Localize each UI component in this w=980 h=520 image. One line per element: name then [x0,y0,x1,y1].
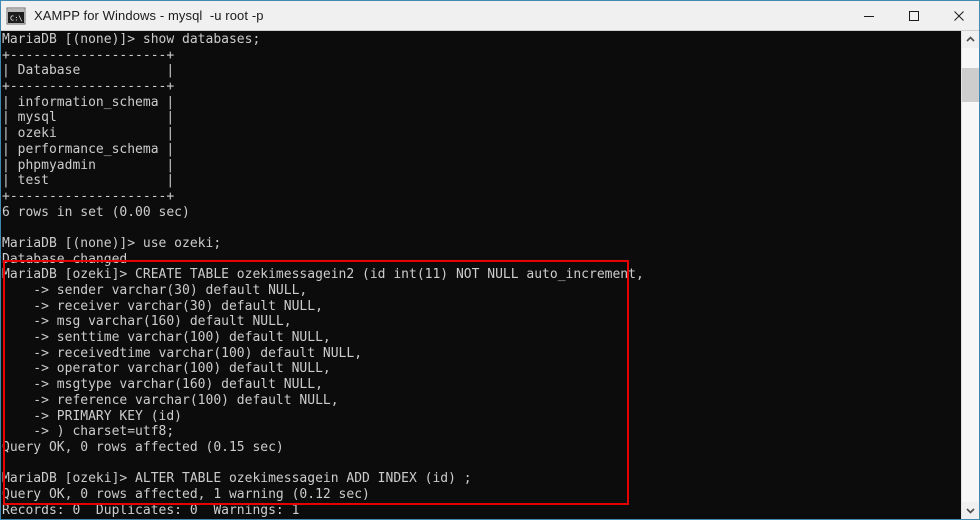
terminal-line: MariaDB [(none)]> show databases; [2,32,261,47]
terminal-line: | phpmyadmin | [2,157,175,173]
close-icon [953,10,964,21]
terminal-line: MariaDB [(none)]> use ozeki; [2,235,222,251]
scroll-up-button[interactable] [962,31,979,48]
terminal-line: -> sender varchar(30) default NULL, [2,283,308,298]
terminal-line: MariaDB [ozeki]> ALTER TABLE ozekimessag… [2,471,472,487]
terminal-line: Query OK, 0 rows affected (0.15 sec) [2,439,284,455]
terminal-line: -> msg varchar(160) default NULL, [2,314,292,330]
terminal-line: +--------------------+ [2,188,175,204]
terminal-line: | mysql | [2,110,175,126]
svg-text:C:\: C:\ [10,14,23,22]
console-icon: C:\ [6,7,26,24]
minimize-button[interactable] [846,1,891,31]
chevron-down-icon [966,508,975,514]
window-title: XAMPP for Windows - mysql -u root -p [34,8,264,23]
terminal-line: | Database | [2,63,175,79]
chevron-up-icon [966,36,975,42]
vertical-scrollbar[interactable] [961,31,979,519]
scroll-down-button[interactable] [962,502,979,519]
maximize-button[interactable] [891,1,936,31]
console-output-area[interactable]: MariaDB [(none)]> show databases; +------… [1,31,963,519]
terminal-line: -> PRIMARY KEY (id) [2,408,183,424]
terminal-line: -> receivedtime varchar(100) default NUL… [2,345,363,361]
terminal-line: 6 rows in set (0.00 sec) [2,204,190,220]
console-window: C:\ XAMPP for Windows - mysql -u root -p [0,0,980,520]
terminal-line: +--------------------+ [2,47,175,63]
terminal-line: Database changed [2,251,128,267]
terminal-line: | performance_schema | [2,141,175,157]
terminal-line: | test | [2,173,175,189]
terminal-line: Records: 0 Duplicates: 0 Warnings: 1 [2,502,300,518]
close-button[interactable] [936,1,979,31]
terminal-line: | ozeki | [2,126,175,142]
terminal-line: Query OK, 0 rows affected, 1 warning (0.… [2,486,370,502]
terminal-line: -> ) charset=utf8; [2,424,175,440]
terminal-line: -> reference varchar(100) default NULL, [2,392,339,408]
scrollbar-thumb[interactable] [962,68,979,102]
scrollbar-track[interactable] [962,48,979,502]
terminal-line: -> receiver varchar(30) default NULL, [2,298,323,314]
maximize-icon [908,10,919,21]
terminal-line: | information_schema | [2,94,175,110]
titlebar[interactable]: C:\ XAMPP for Windows - mysql -u root -p [1,1,979,31]
window-controls [846,1,979,31]
terminal-line: -> msgtype varchar(160) default NULL, [2,377,323,393]
terminal-line: -> operator varchar(100) default NULL, [2,361,331,377]
terminal-line: -> senttime varchar(100) default NULL, [2,330,331,346]
terminal-line: +--------------------+ [2,79,175,95]
terminal-line: MariaDB [ozeki]> CREATE TABLE ozekimessa… [2,267,644,283]
terminal-text: MariaDB [(none)]> show databases; +------… [2,32,963,518]
minimize-icon [863,15,874,17]
